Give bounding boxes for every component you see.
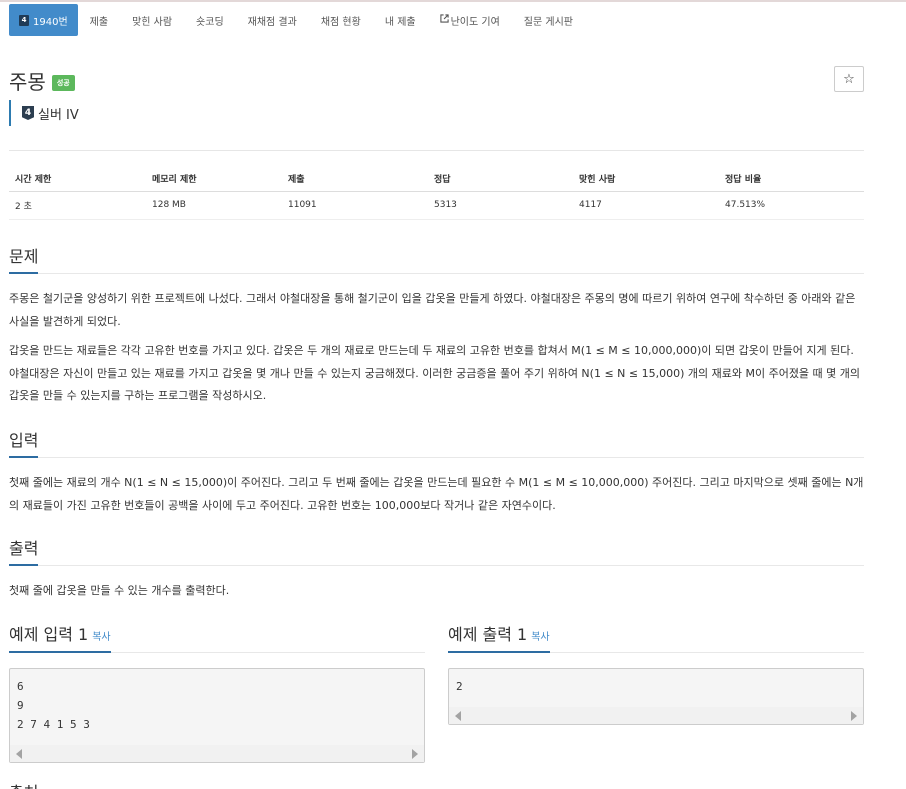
problem-info-table: 시간 제한 메모리 제한 제출 정답 맞힌 사람 정답 비율 2 초 128 M… bbox=[9, 167, 864, 220]
scroll-right-icon[interactable] bbox=[412, 749, 418, 759]
input-section-header: 입력 bbox=[9, 427, 864, 458]
scroll-left-icon[interactable] bbox=[16, 749, 22, 759]
problem-description-1: 주몽은 철기군을 양성하기 위한 프로젝트에 나섰다. 그래서 야철대장을 통해… bbox=[9, 292, 856, 328]
tab-question-board-label: 질문 게시판 bbox=[523, 16, 573, 28]
cell-accepted: 5313 bbox=[428, 191, 573, 220]
tab-difficulty-contribution-label: 난이도 기여 bbox=[450, 16, 500, 28]
tier-indicator[interactable]: 4 실버 IV bbox=[9, 100, 79, 126]
tab-rejudge-results-label: 재채점 결과 bbox=[247, 16, 297, 28]
tab-submit-label: 제출 bbox=[89, 16, 109, 28]
external-link-icon bbox=[439, 14, 449, 26]
cell-solved-users: 4117 bbox=[573, 191, 719, 220]
tab-judge-status[interactable]: 채점 현황 bbox=[309, 4, 373, 36]
copy-input-button[interactable]: 복사 bbox=[92, 632, 110, 643]
sample-input-title: 예제 입력 1 bbox=[9, 625, 89, 644]
tab-my-submissions-label: 내 제출 bbox=[384, 16, 416, 28]
tab-difficulty-contribution[interactable]: 난이도 기여 bbox=[428, 4, 512, 36]
copy-output-button[interactable]: 복사 bbox=[531, 632, 549, 643]
cell-submissions: 11091 bbox=[282, 191, 428, 220]
star-button[interactable]: ☆ bbox=[834, 66, 864, 92]
problem-heading: 문제 bbox=[9, 243, 39, 274]
tab-short-coding-label: 숏코딩 bbox=[196, 16, 224, 28]
tier-label: 실버 IV bbox=[38, 107, 79, 123]
input-description: 첫째 줄에는 재료의 개수 N(1 ≤ N ≤ 15,000)이 주어진다. 그… bbox=[9, 476, 864, 512]
input-heading: 입력 bbox=[9, 427, 39, 458]
divider bbox=[9, 150, 864, 151]
tab-problem[interactable]: 4 1940번 bbox=[9, 4, 78, 36]
table-header-row: 시간 제한 메모리 제한 제출 정답 맞힌 사람 정답 비율 bbox=[9, 167, 864, 192]
tier-icon: 4 bbox=[19, 14, 29, 26]
scroll-left-icon[interactable] bbox=[455, 711, 461, 721]
scroll-right-icon[interactable] bbox=[851, 711, 857, 721]
problem-section-header: 문제 bbox=[9, 243, 864, 274]
tab-solved-users-label: 맞힌 사람 bbox=[132, 16, 173, 28]
tab-rejudge-results[interactable]: 재채점 결과 bbox=[236, 4, 309, 36]
header-solved-users: 맞힌 사람 bbox=[573, 167, 719, 192]
sample-input-header: 예제 입력 1 복사 bbox=[9, 621, 425, 653]
star-icon: ☆ bbox=[843, 71, 855, 87]
table-row: 2 초 128 MB 11091 5313 4117 47.513% bbox=[9, 191, 864, 220]
header-accepted: 정답 bbox=[428, 167, 573, 192]
header-time-limit: 시간 제한 bbox=[9, 167, 146, 192]
output-description: 첫째 줄에 갑옷을 만들 수 있는 개수를 출력한다. bbox=[9, 584, 230, 597]
page-title: 주몽 bbox=[9, 70, 46, 94]
status-badge: 성공 bbox=[51, 74, 75, 91]
sample-output-scrollbar[interactable] bbox=[449, 707, 863, 724]
sample-output-text: 2 bbox=[456, 680, 463, 693]
source-heading: 출처 bbox=[9, 779, 38, 789]
tab-solved-users[interactable]: 맞힌 사람 bbox=[120, 4, 184, 36]
sample-output-header: 예제 출력 1 복사 bbox=[448, 621, 864, 653]
problem-title-row: 주몽 성공 bbox=[9, 66, 75, 95]
source-section-header: 출처 bbox=[9, 779, 864, 789]
sample-input-text: 6 9 2 7 4 1 5 3 bbox=[17, 680, 90, 731]
sample-input-box[interactable]: 6 9 2 7 4 1 5 3 bbox=[9, 668, 425, 763]
output-section-header: 출력 bbox=[9, 535, 864, 566]
top-border bbox=[0, 0, 906, 2]
problem-description-2: 갑옷을 만드는 재료들은 각각 고유한 번호를 가지고 있다. 갑옷은 두 개의… bbox=[9, 344, 861, 402]
cell-memory-limit: 128 MB bbox=[146, 191, 282, 220]
problem-nav-tabs: 4 1940번 제출 맞힌 사람 숏코딩 재채점 결과 채점 현황 내 제출 난… bbox=[9, 4, 585, 36]
cell-time-limit: 2 초 bbox=[9, 191, 146, 220]
header-submissions: 제출 bbox=[282, 167, 428, 192]
tab-problem-label: 1940번 bbox=[33, 16, 68, 28]
sample-output-title: 예제 출력 1 bbox=[448, 625, 528, 644]
tier-icon: 4 bbox=[22, 106, 34, 120]
header-memory-limit: 메모리 제한 bbox=[146, 167, 282, 192]
cell-accept-ratio: 47.513% bbox=[719, 191, 864, 220]
sample-input-scrollbar[interactable] bbox=[10, 745, 424, 762]
tab-submit[interactable]: 제출 bbox=[78, 4, 120, 36]
tab-my-submissions[interactable]: 내 제출 bbox=[373, 4, 428, 36]
sample-input-title-wrap: 예제 입력 1 복사 bbox=[9, 621, 111, 653]
tab-judge-status-label: 채점 현황 bbox=[320, 16, 361, 28]
header-accept-ratio: 정답 비율 bbox=[719, 167, 864, 192]
sample-output-box[interactable]: 2 bbox=[448, 668, 864, 725]
tab-short-coding[interactable]: 숏코딩 bbox=[184, 4, 236, 36]
output-heading: 출력 bbox=[9, 535, 39, 566]
tab-question-board[interactable]: 질문 게시판 bbox=[512, 4, 585, 36]
sample-output-title-wrap: 예제 출력 1 복사 bbox=[448, 621, 550, 653]
